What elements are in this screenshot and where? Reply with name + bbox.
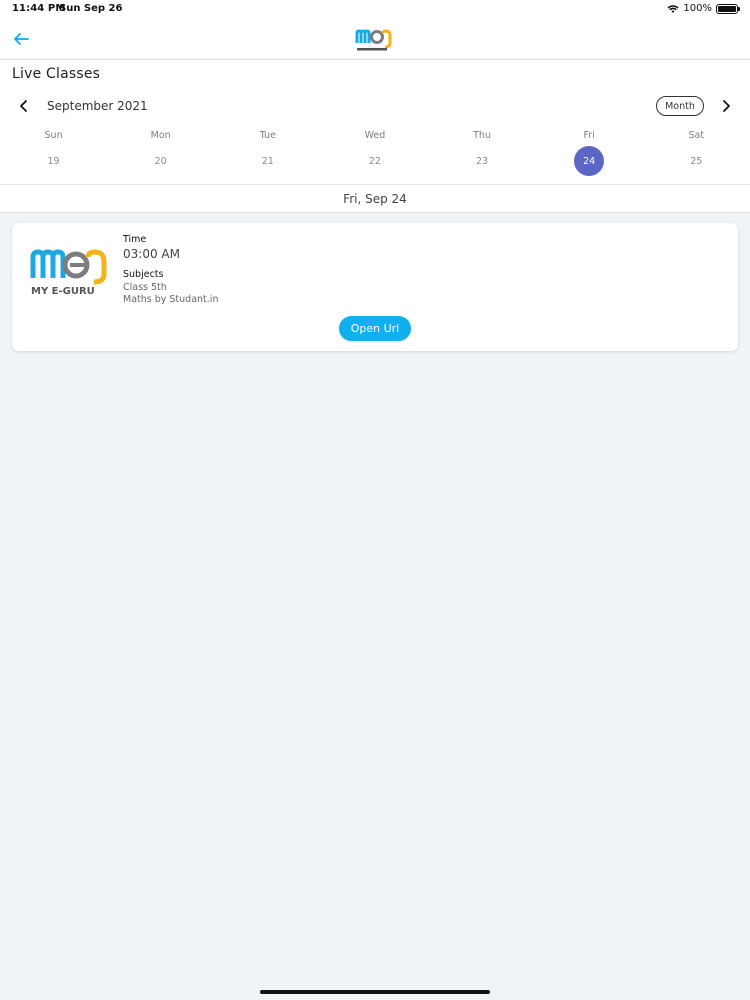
day-thu[interactable]: Thu 23 <box>429 128 536 176</box>
day-fri-selected[interactable]: Fri 24 <box>536 128 643 176</box>
day-tue[interactable]: Tue 21 <box>214 128 321 176</box>
month-view-button[interactable]: Month <box>656 96 704 116</box>
time-value: 03:00 AM <box>123 247 180 261</box>
day-name: Wed <box>364 130 386 141</box>
battery-percent: 100% <box>683 3 712 14</box>
home-indicator[interactable] <box>260 990 490 994</box>
day-number: 22 <box>368 155 381 167</box>
day-wed[interactable]: Wed 22 <box>321 128 428 176</box>
navbar <box>0 20 750 60</box>
back-arrow-icon[interactable] <box>10 28 32 50</box>
day-number: 23 <box>476 155 489 167</box>
subject-value: Maths by Studant.in <box>123 294 219 305</box>
selected-date-label: Fri, Sep 24 <box>343 192 407 206</box>
day-number: 20 <box>154 155 167 167</box>
class-card: MY E-GURU Time 03:00 AM Subjects Class 5… <box>12 223 738 351</box>
status-bar: 11:44 PM Sun Sep 26 100% <box>0 0 750 20</box>
day-name: Sat <box>688 130 705 141</box>
subjects-label: Subjects <box>123 269 164 280</box>
class-value: Class 5th <box>123 282 167 293</box>
time-label: Time <box>123 234 147 245</box>
wifi-icon <box>667 4 679 13</box>
calendar-month-label: September 2021 <box>47 99 148 113</box>
meg-logo-icon <box>355 29 392 51</box>
battery-icon <box>716 3 740 14</box>
day-number: 21 <box>261 155 274 167</box>
divider <box>0 212 750 213</box>
day-sun[interactable]: Sun 19 <box>0 128 107 176</box>
week-strip: Sun 19 Mon 20 Tue 21 Wed 22 Thu 23 Fri 2… <box>0 128 750 176</box>
top-panel: 11:44 PM Sun Sep 26 100% Live Classes Se… <box>0 0 750 213</box>
status-time: 11:44 PM <box>12 3 66 14</box>
divider <box>0 184 750 185</box>
day-name: Fri <box>583 130 595 141</box>
day-number: 19 <box>47 155 60 167</box>
day-sat[interactable]: Sat 25 <box>643 128 750 176</box>
open-url-button[interactable]: Open Url <box>339 316 411 341</box>
logo-text: MY E-GURU <box>31 286 95 296</box>
chevron-right-icon[interactable] <box>718 97 734 115</box>
page-title: Live Classes <box>12 66 101 82</box>
day-number: 24 <box>574 146 605 176</box>
day-name: Tue <box>259 130 276 141</box>
day-number: 25 <box>690 155 703 167</box>
chevron-left-icon[interactable] <box>16 97 32 115</box>
day-name: Sun <box>44 130 63 141</box>
day-mon[interactable]: Mon 20 <box>107 128 214 176</box>
day-name: Thu <box>473 130 491 141</box>
status-date: Sun Sep 26 <box>59 3 123 14</box>
status-indicators: 100% <box>667 3 740 14</box>
day-name: Mon <box>150 130 171 141</box>
meg-logo: MY E-GURU <box>30 249 107 296</box>
